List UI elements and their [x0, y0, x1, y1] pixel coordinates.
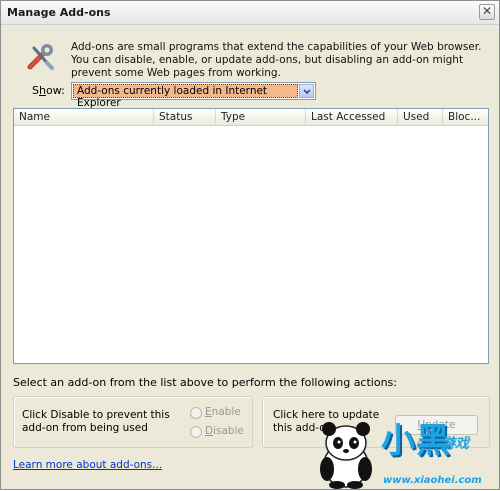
- learn-more-link[interactable]: Learn more about add-ons...: [13, 459, 162, 471]
- column-last-accessed[interactable]: Last Accessed: [306, 109, 398, 126]
- column-used[interactable]: Used: [398, 109, 443, 126]
- column-blocked[interactable]: Bloc...: [443, 109, 488, 126]
- watermark-url: www.xiaohei.com: [383, 475, 482, 486]
- addons-list[interactable]: Name Status Type Last Accessed Used Bloc…: [13, 108, 489, 364]
- column-status[interactable]: Status: [154, 109, 216, 126]
- enable-radio-circle[interactable]: [190, 407, 202, 419]
- show-dropdown-value: Add-ons currently loaded in Internet Exp…: [73, 84, 298, 109]
- panda-logo: [320, 422, 372, 489]
- intro-text: Add-ons are small programs that extend t…: [71, 41, 482, 79]
- window-title: Manage Add-ons: [7, 6, 111, 19]
- chevron-down-icon: [303, 89, 311, 95]
- column-name[interactable]: Name: [14, 109, 154, 126]
- disable-group: Click Disable to prevent this add-on fro…: [13, 396, 253, 448]
- close-icon: ✕: [481, 4, 493, 18]
- title-bar: Manage Add-ons ✕: [1, 1, 499, 25]
- enable-radio-label: Enable: [205, 406, 241, 418]
- instructions-text: Select an add-on from the list above to …: [13, 376, 397, 389]
- disable-group-text: Click Disable to prevent this add-on fro…: [22, 409, 170, 434]
- tools-icon: [27, 44, 54, 70]
- watermark-sub: 游戏: [441, 436, 469, 452]
- list-body[interactable]: [14, 126, 488, 363]
- list-header: Name Status Type Last Accessed Used Bloc…: [14, 109, 488, 126]
- site-watermark: 小黑 游戏 www.xiaohei.com: [301, 413, 500, 491]
- dropdown-arrow-button[interactable]: [299, 84, 314, 98]
- column-type[interactable]: Type: [216, 109, 306, 126]
- disable-radio-circle[interactable]: [190, 426, 202, 438]
- show-label: Show:: [32, 84, 65, 97]
- close-button[interactable]: ✕: [479, 4, 495, 20]
- show-dropdown[interactable]: Add-ons currently loaded in Internet Exp…: [71, 82, 316, 109]
- manage-addons-dialog: Manage Add-ons ✕ Add-ons are small progr…: [0, 0, 500, 490]
- disable-radio-label: Disable: [205, 425, 244, 437]
